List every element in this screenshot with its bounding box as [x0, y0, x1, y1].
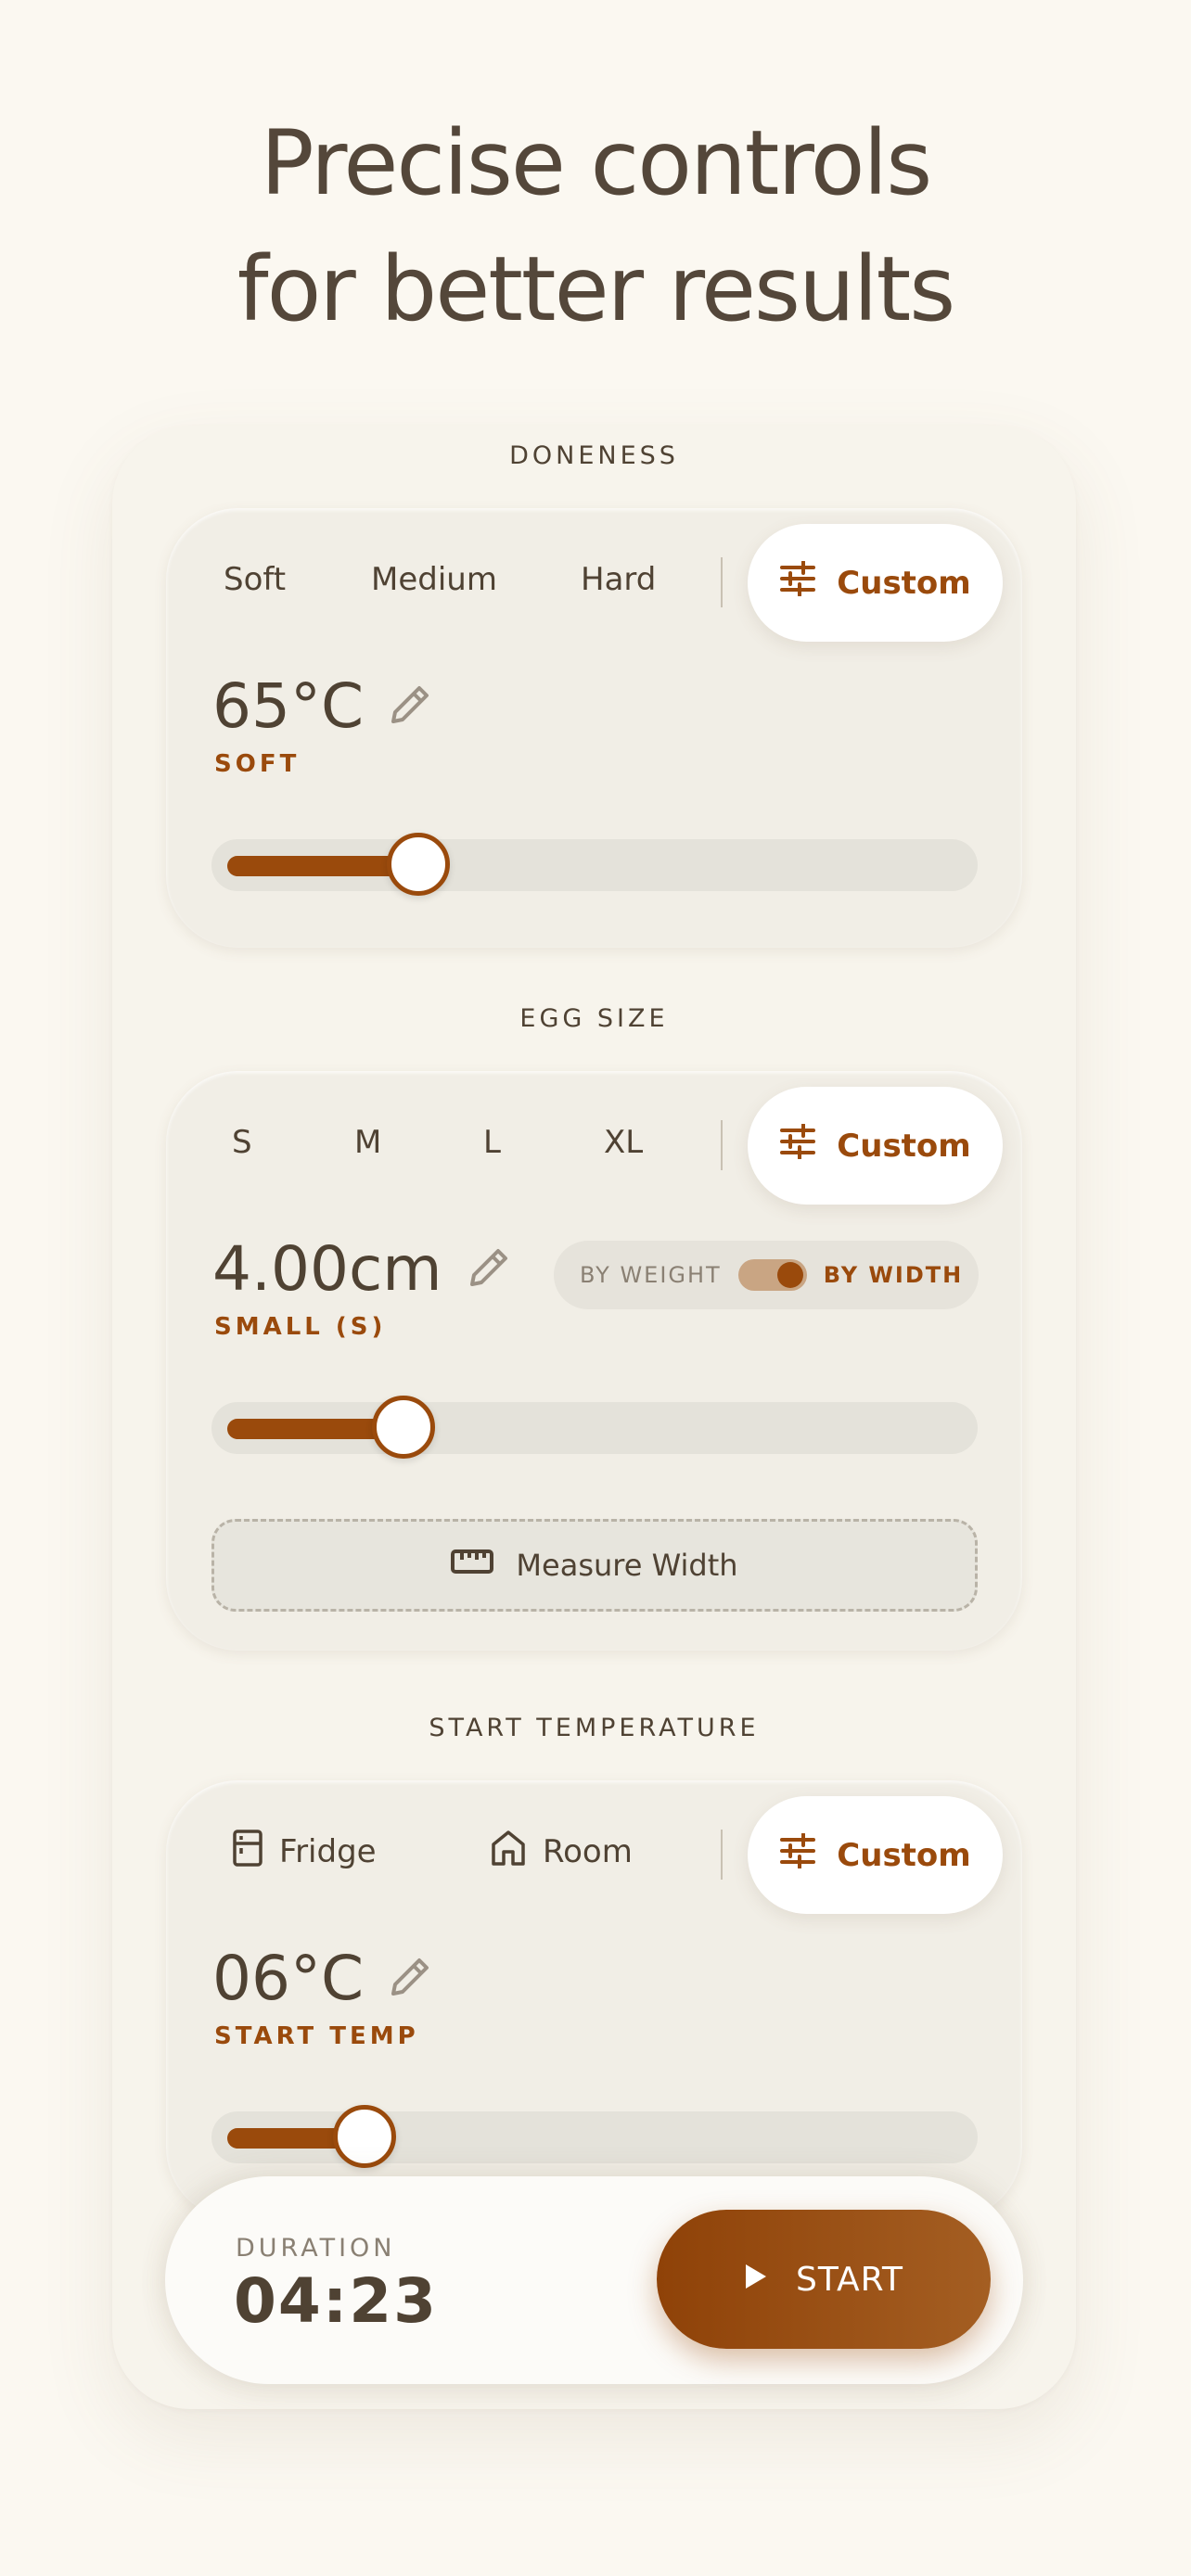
- egg-size-value-row: 4.00cm: [212, 1233, 511, 1305]
- measure-mode-switch[interactable]: [737, 1259, 807, 1291]
- egg-size-segmented-control: S M L XL Custom: [166, 1071, 1022, 1210]
- measure-mode-toggle[interactable]: BY WEIGHT BY WIDTH: [554, 1241, 979, 1309]
- sliders-icon: [779, 560, 816, 605]
- measure-width-button[interactable]: Measure Width: [211, 1519, 978, 1612]
- doneness-card: Soft Medium Hard Custom 65°C SOFT: [166, 508, 1022, 948]
- sliders-icon: [779, 1123, 816, 1167]
- pencil-icon[interactable]: [467, 1233, 511, 1305]
- start-temp-option-fridge[interactable]: Fridge: [233, 1829, 377, 1875]
- app-screen: DONENESS Soft Medium Hard Custom 65°C SO…: [112, 426, 1076, 2409]
- doneness-value: 65°C: [212, 670, 365, 742]
- egg-size-custom-button[interactable]: Custom: [748, 1087, 1003, 1205]
- egg-size-option-xl[interactable]: XL: [604, 1119, 643, 1166]
- fridge-icon: [233, 1829, 263, 1875]
- headline-line-2: for better results: [237, 237, 955, 341]
- doneness-custom-label: Custom: [837, 564, 971, 602]
- doneness-slider[interactable]: [211, 833, 978, 896]
- start-button-label: START: [795, 2260, 904, 2299]
- egg-size-option-m[interactable]: M: [354, 1119, 381, 1166]
- home-icon: [491, 1830, 526, 1875]
- egg-size-slider-thumb[interactable]: [372, 1396, 435, 1459]
- start-temp-fridge-label: Fridge: [279, 1833, 377, 1870]
- doneness-segmented-control: Soft Medium Hard Custom: [166, 508, 1022, 647]
- doneness-value-row: 65°C: [212, 670, 432, 742]
- start-button[interactable]: START: [657, 2210, 991, 2349]
- start-temp-value-row: 06°C: [212, 1943, 432, 2014]
- egg-size-option-s[interactable]: S: [232, 1119, 252, 1166]
- egg-size-slider[interactable]: [211, 1396, 978, 1459]
- start-temp-segmented-control: Fridge Room Custom: [166, 1780, 1022, 1919]
- duration-label: DURATION: [236, 2234, 396, 2263]
- doneness-slider-thumb[interactable]: [387, 833, 450, 896]
- egg-size-custom-label: Custom: [837, 1127, 971, 1165]
- egg-size-card: S M L XL Custom 4.00cm BY WEIGHT BY WIDT…: [166, 1071, 1022, 1651]
- egg-size-option-l[interactable]: L: [483, 1119, 501, 1166]
- start-temp-card: Fridge Room Custom 06°C START TEMP: [166, 1780, 1022, 2220]
- play-icon: [744, 2261, 768, 2299]
- start-temp-section-label: START TEMPERATURE: [429, 1714, 760, 1742]
- bottom-action-bar: DURATION 04:23 START: [165, 2176, 1023, 2384]
- doneness-sublabel: SOFT: [214, 750, 301, 778]
- doneness-option-soft[interactable]: Soft: [224, 556, 286, 603]
- egg-size-sublabel: SMALL (S): [214, 1313, 387, 1341]
- switch-knob: [776, 1262, 803, 1288]
- start-temp-custom-label: Custom: [837, 1836, 971, 1874]
- doneness-section-label: DONENESS: [509, 441, 679, 470]
- sliders-icon: [779, 1832, 816, 1877]
- doneness-custom-button[interactable]: Custom: [748, 524, 1003, 642]
- start-temp-slider-thumb[interactable]: [333, 2105, 396, 2168]
- pencil-icon[interactable]: [388, 670, 432, 742]
- toggle-by-width-label[interactable]: BY WIDTH: [824, 1262, 964, 1288]
- toggle-by-weight-label[interactable]: BY WEIGHT: [580, 1262, 722, 1288]
- pencil-icon[interactable]: [388, 1943, 432, 2014]
- headline-line-1: Precise controls: [260, 111, 932, 215]
- measure-width-label: Measure Width: [516, 1548, 738, 1583]
- doneness-option-medium[interactable]: Medium: [371, 556, 497, 603]
- start-temp-sublabel: START TEMP: [214, 2022, 419, 2050]
- egg-size-section-label: EGG SIZE: [519, 1004, 669, 1033]
- start-temp-option-room[interactable]: Room: [491, 1829, 633, 1875]
- start-temp-value: 06°C: [212, 1943, 365, 2014]
- start-temp-slider[interactable]: [211, 2105, 978, 2168]
- divider: [721, 1120, 723, 1170]
- duration-value: 04:23: [234, 2265, 439, 2337]
- ruler-icon: [451, 1548, 494, 1583]
- doneness-option-hard[interactable]: Hard: [581, 556, 656, 603]
- egg-size-value: 4.00cm: [212, 1233, 442, 1305]
- start-temp-custom-button[interactable]: Custom: [748, 1796, 1003, 1914]
- headline: Precise controls for better results: [0, 100, 1191, 352]
- divider: [721, 1830, 723, 1880]
- divider: [721, 557, 723, 607]
- start-temp-room-label: Room: [543, 1833, 633, 1870]
